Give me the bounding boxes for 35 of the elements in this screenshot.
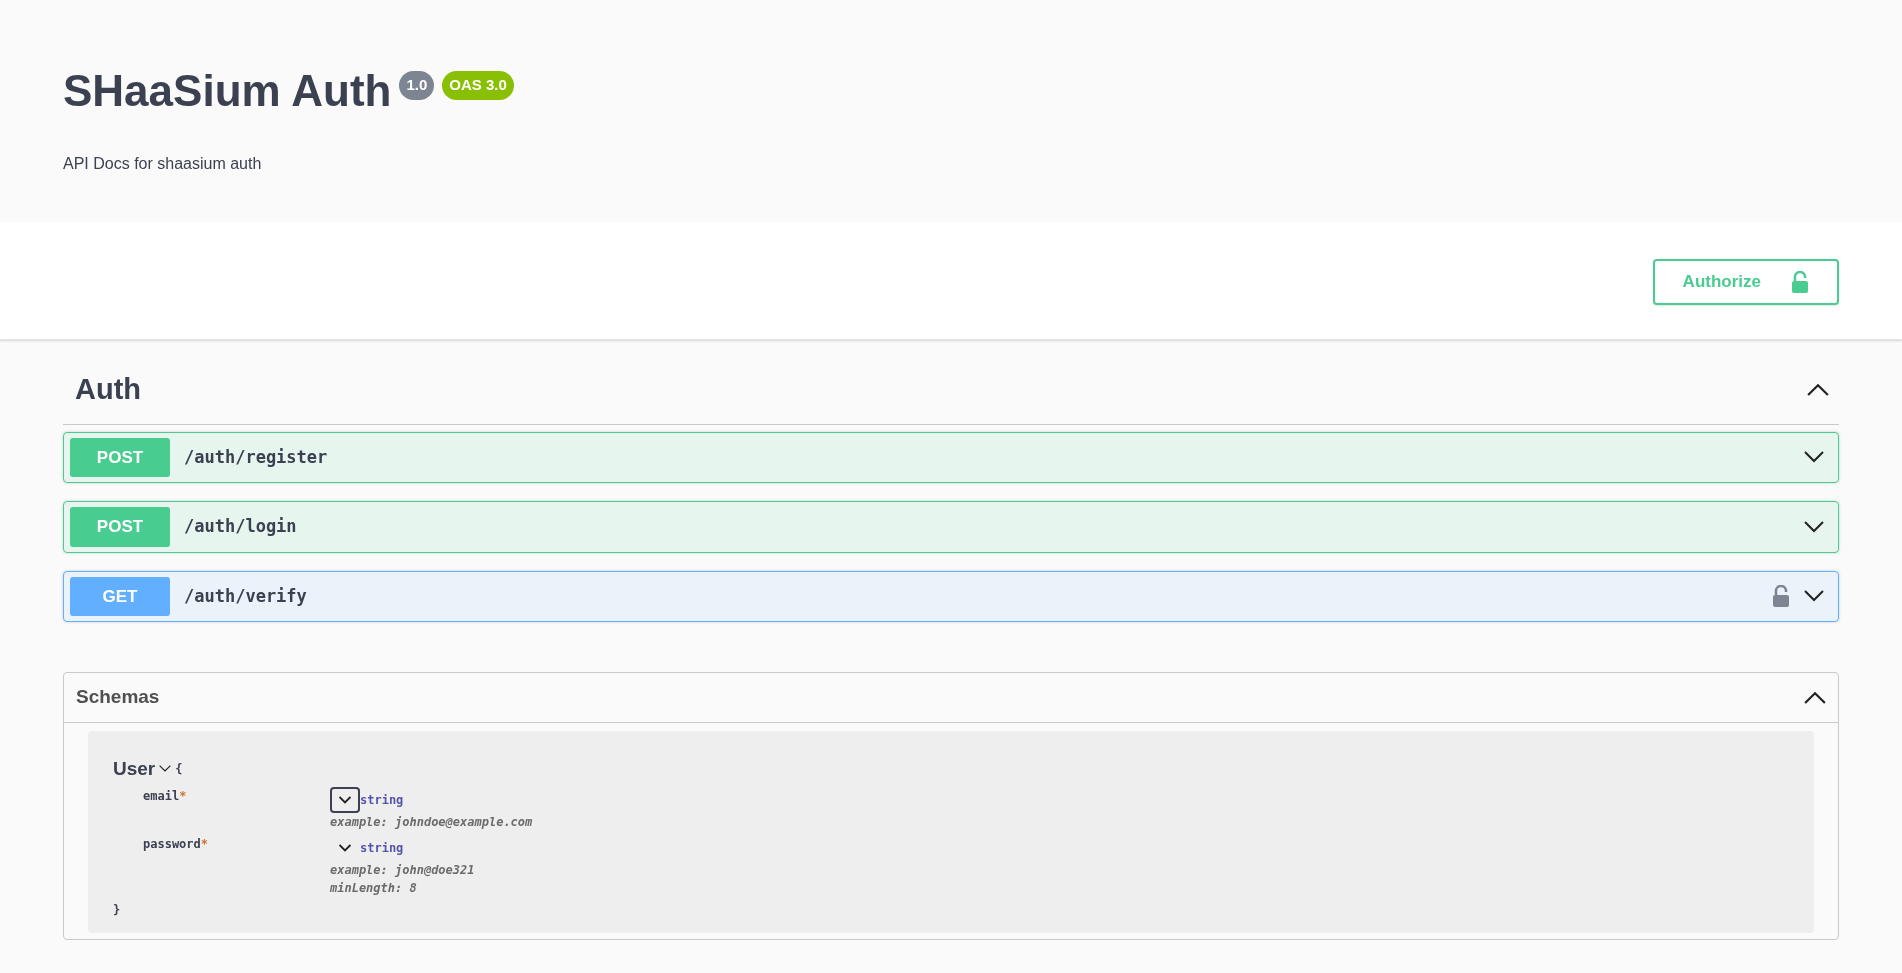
property-type: string: [360, 792, 404, 809]
property-detail: example: john@doe321: [330, 862, 476, 879]
property-detail: example: johndoe@example.com: [330, 814, 534, 831]
endpoint-path: /auth/verify: [184, 584, 308, 608]
property-detail: minLength: 8: [330, 880, 418, 897]
expand-chevron-icon[interactable]: [159, 765, 172, 773]
property-type: string: [360, 840, 404, 857]
collapse-chevron-icon[interactable]: [1804, 690, 1826, 704]
endpoint-path: /auth/login: [184, 515, 298, 538]
property-name: password*: [143, 836, 210, 853]
expand-chevron-icon[interactable]: [1804, 590, 1824, 603]
version-badge: OAS 3.0: [442, 71, 514, 100]
expand-toggle[interactable]: [330, 787, 360, 813]
http-method-label: POST: [70, 437, 170, 477]
endpoint-row[interactable]: POST /auth/login: [63, 501, 1839, 553]
endpoint-row[interactable]: POST /auth/register: [63, 431, 1839, 483]
unlocked-padlock-icon[interactable]: [1772, 585, 1790, 608]
http-method-label: POST: [70, 507, 170, 547]
chevron-down-icon: [339, 796, 351, 804]
expand-chevron-icon[interactable]: [1804, 520, 1824, 533]
endpoint-path: /auth/register: [184, 445, 329, 469]
api-description: API Docs for shaasium auth: [63, 153, 263, 174]
api-title: SHaaSium Auth: [63, 65, 392, 117]
schemas-title[interactable]: Schemas: [76, 683, 160, 712]
brace: }: [113, 902, 122, 919]
http-method-label: GET: [70, 576, 170, 616]
version-badge: 1.0: [399, 71, 435, 100]
expand-chevron-icon[interactable]: [1804, 451, 1824, 464]
section-title[interactable]: Auth: [75, 368, 142, 412]
model-name[interactable]: User: [113, 754, 156, 783]
property-name: email*: [143, 788, 188, 805]
brace: {: [175, 760, 183, 778]
chevron-down-icon: [339, 844, 351, 852]
unlocked-padlock-icon: [1791, 270, 1809, 293]
collapse-chevron-icon[interactable]: [1807, 383, 1829, 397]
